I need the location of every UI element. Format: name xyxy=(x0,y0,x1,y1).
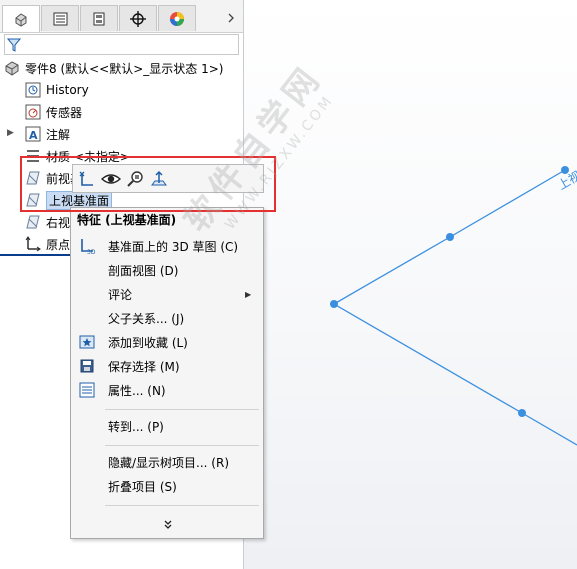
sketch-button[interactable] xyxy=(76,168,98,190)
material-icon xyxy=(24,147,42,165)
part-icon xyxy=(3,59,21,77)
rollback-bar[interactable] xyxy=(0,254,72,256)
tree-item-annotations[interactable]: A 注解 xyxy=(24,124,70,144)
configuration-icon xyxy=(93,12,105,25)
menu-item-label: 父子关系... (J) xyxy=(108,311,185,326)
menu-item-comment[interactable]: 评论 ▶ xyxy=(71,283,263,305)
plane-outline xyxy=(332,169,577,446)
feature-tree-icon xyxy=(15,13,27,27)
tree-filter-input[interactable] xyxy=(4,34,239,55)
menu-separator xyxy=(105,445,259,446)
plane-icon xyxy=(24,213,42,231)
plane-icon xyxy=(24,169,42,187)
svg-text:A: A xyxy=(29,129,38,142)
tab-configuration-manager[interactable] xyxy=(80,5,118,31)
tree-item-material[interactable]: 材质 <未指定> xyxy=(24,146,130,166)
menu-item-label: 保存选择 (M) xyxy=(108,359,180,374)
zoom-to-selection-button[interactable] xyxy=(124,168,146,190)
tree-item-label: 原点 xyxy=(46,237,71,252)
tab-property-manager[interactable] xyxy=(41,5,79,31)
submenu-arrow-icon: ▶ xyxy=(245,289,252,299)
history-icon xyxy=(24,81,42,99)
menu-item-label: 折叠项目 (S) xyxy=(108,479,177,494)
menu-separator xyxy=(105,505,259,506)
filter-icon xyxy=(7,38,21,52)
context-menu-header: 特征 (上视基准面) xyxy=(77,213,177,227)
tree-root-part[interactable]: 零件8 (默认<<默认>_显示状态 1>) xyxy=(3,58,223,78)
menu-item-label: 评论 xyxy=(108,287,133,302)
svg-text:3D: 3D xyxy=(87,249,96,255)
menu-item-section-view[interactable]: 剖面视图 (D) xyxy=(71,259,263,281)
zoom-icon xyxy=(127,171,143,187)
menu-item-go-to[interactable]: 转到... (P) xyxy=(71,415,263,437)
top-plane-preview: 上视 xyxy=(330,166,577,446)
properties-icon xyxy=(78,381,96,399)
chevron-right-icon xyxy=(228,13,234,23)
plane-handle[interactable] xyxy=(330,300,338,308)
expand-more-icon[interactable] xyxy=(161,518,175,532)
menu-item-label: 基准面上的 3D 草图 (C) xyxy=(108,239,239,254)
menu-item-3d-sketch-on-plane[interactable]: 3D 基准面上的 3D 草图 (C) xyxy=(71,235,263,257)
tree-item-label: 传感器 xyxy=(46,105,83,120)
color-wheel-icon xyxy=(170,11,184,26)
property-list-icon xyxy=(53,12,68,25)
menu-item-properties[interactable]: 属性... (N) xyxy=(71,379,263,401)
plane-handle[interactable] xyxy=(446,233,454,241)
menu-item-label: 转到... (P) xyxy=(108,419,164,434)
tree-item-history[interactable]: History xyxy=(24,80,89,100)
show-hide-button[interactable] xyxy=(100,168,122,190)
menu-item-add-to-favorites[interactable]: 添加到收藏 (L) xyxy=(71,331,263,353)
context-menu: 特征 (上视基准面) 3D 基准面上的 3D 草图 (C) 剖面视图 (D) 评… xyxy=(70,207,264,539)
save-selection-icon xyxy=(78,357,96,375)
sketch3d-icon: 3D xyxy=(78,237,96,255)
graphics-area[interactable]: 上视 xyxy=(243,0,577,569)
expand-arrow-icon[interactable]: ▶ xyxy=(7,128,14,138)
tab-display-manager[interactable] xyxy=(158,5,196,31)
tree-item-label: 材质 <未指定> xyxy=(46,149,130,164)
tree-item-label: History xyxy=(46,83,89,97)
manager-tab-bar xyxy=(0,0,243,33)
context-toolbar xyxy=(72,164,264,193)
sensor-icon xyxy=(24,103,42,121)
sketch-icon xyxy=(79,171,93,186)
plane-handle[interactable] xyxy=(518,409,526,417)
normal-to-button[interactable] xyxy=(148,168,170,190)
menu-separator xyxy=(105,409,259,410)
tree-item-sensors[interactable]: 传感器 xyxy=(24,102,82,122)
menu-item-label: 剖面视图 (D) xyxy=(108,263,179,278)
menu-item-collapse-items[interactable]: 折叠项目 (S) xyxy=(71,475,263,497)
menu-item-label: 属性... (N) xyxy=(108,383,166,398)
eye-icon xyxy=(101,174,121,184)
normal-to-icon xyxy=(151,170,167,186)
tab-feature-manager[interactable] xyxy=(2,5,40,32)
annotation-icon: A xyxy=(24,125,42,143)
tree-item-origin[interactable]: 原点 xyxy=(24,234,70,254)
tab-dimxpert[interactable] xyxy=(119,5,157,31)
menu-item-label: 添加到收藏 (L) xyxy=(108,335,188,350)
origin-icon xyxy=(24,235,42,253)
menu-item-save-selection[interactable]: 保存选择 (M) xyxy=(71,355,263,377)
menu-item-label: 隐藏/显示树项目... (R) xyxy=(108,455,230,470)
plane-icon xyxy=(24,191,42,209)
tree-root-label: 零件8 (默认<<默认>_显示状态 1>) xyxy=(25,61,224,76)
crosshair-icon xyxy=(130,10,146,27)
favorite-icon xyxy=(78,333,96,351)
menu-item-parent-child[interactable]: 父子关系... (J) xyxy=(71,307,263,329)
tab-scroll-right-button[interactable] xyxy=(224,9,238,27)
tree-item-label: 注解 xyxy=(46,127,71,142)
menu-item-hide-show-tree-items[interactable]: 隐藏/显示树项目... (R) xyxy=(71,451,263,473)
